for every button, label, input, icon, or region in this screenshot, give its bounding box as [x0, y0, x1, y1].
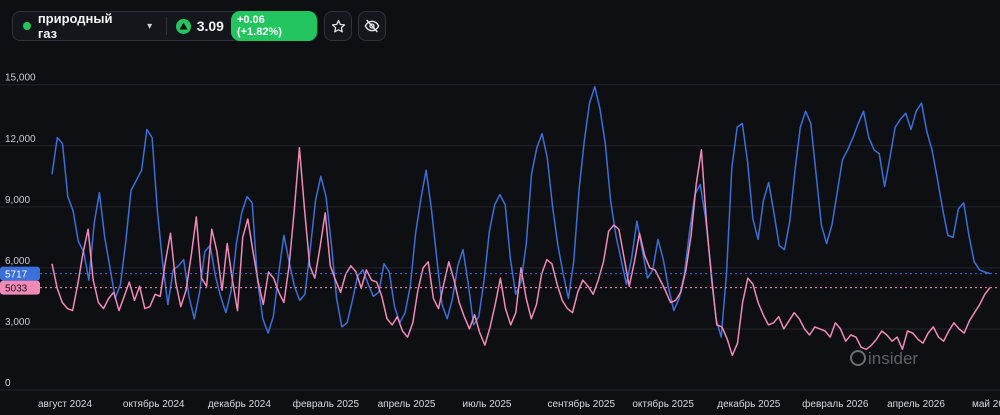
- y-tick-label: 3,000: [5, 317, 30, 328]
- last-value-label: 5717: [5, 270, 28, 281]
- watermark: insider: [868, 349, 918, 368]
- y-tick-label: 0: [5, 378, 11, 389]
- favorite-button[interactable]: [324, 11, 352, 41]
- triangle-up-icon: [176, 18, 191, 34]
- x-tick-label: апрель 2025: [378, 399, 436, 410]
- x-tick-label: февраль 2025: [293, 398, 360, 410]
- divider: [166, 17, 168, 35]
- chart-area: 0 3,000 6,000 9,000 12,000 15,000 август 2024 о…: [0, 73, 1000, 410]
- x-tick-label: сентябрь 2025: [547, 398, 615, 410]
- series-line-0: [51, 85, 991, 338]
- top-toolbar: природный газ ▾ 3.09 +0.06 (+1.82%): [0, 0, 1000, 44]
- x-tick-label: октябрь 2024: [123, 398, 185, 410]
- hide-button[interactable]: [358, 11, 386, 41]
- x-tick-label: апрель 2026: [887, 399, 945, 410]
- market-open-dot: [23, 22, 31, 30]
- price-value: 3.09: [196, 18, 224, 34]
- watermark-logo-icon: [850, 350, 866, 366]
- x-tick-label: февраль 2026: [802, 398, 869, 410]
- chevron-down-icon[interactable]: ▾: [147, 21, 152, 32]
- x-tick-label: август 2024: [38, 399, 92, 410]
- y-tick-label: 15,000: [5, 73, 36, 84]
- y-tick-label: 9,000: [5, 195, 30, 206]
- x-tick-label: май 2026: [972, 399, 1000, 410]
- eye-off-icon: [364, 19, 380, 33]
- last-value-label: 5033: [5, 284, 28, 295]
- y-tick-label: 6,000: [5, 256, 30, 267]
- asset-selector[interactable]: природный газ ▾ 3.09 +0.06 (+1.82%): [12, 11, 318, 41]
- x-tick-label: декабрь 2024: [208, 398, 272, 410]
- y-tick-label: 12,000: [5, 134, 36, 145]
- change-badge: +0.06 (+1.82%): [230, 11, 317, 41]
- x-tick-label: июль 2025: [463, 399, 512, 410]
- asset-name: природный газ: [37, 11, 113, 41]
- x-tick-label: октябрь 2025: [632, 398, 694, 410]
- star-icon: [331, 19, 345, 33]
- x-tick-label: декабрь 2025: [717, 398, 781, 410]
- series-line-1: [51, 147, 991, 357]
